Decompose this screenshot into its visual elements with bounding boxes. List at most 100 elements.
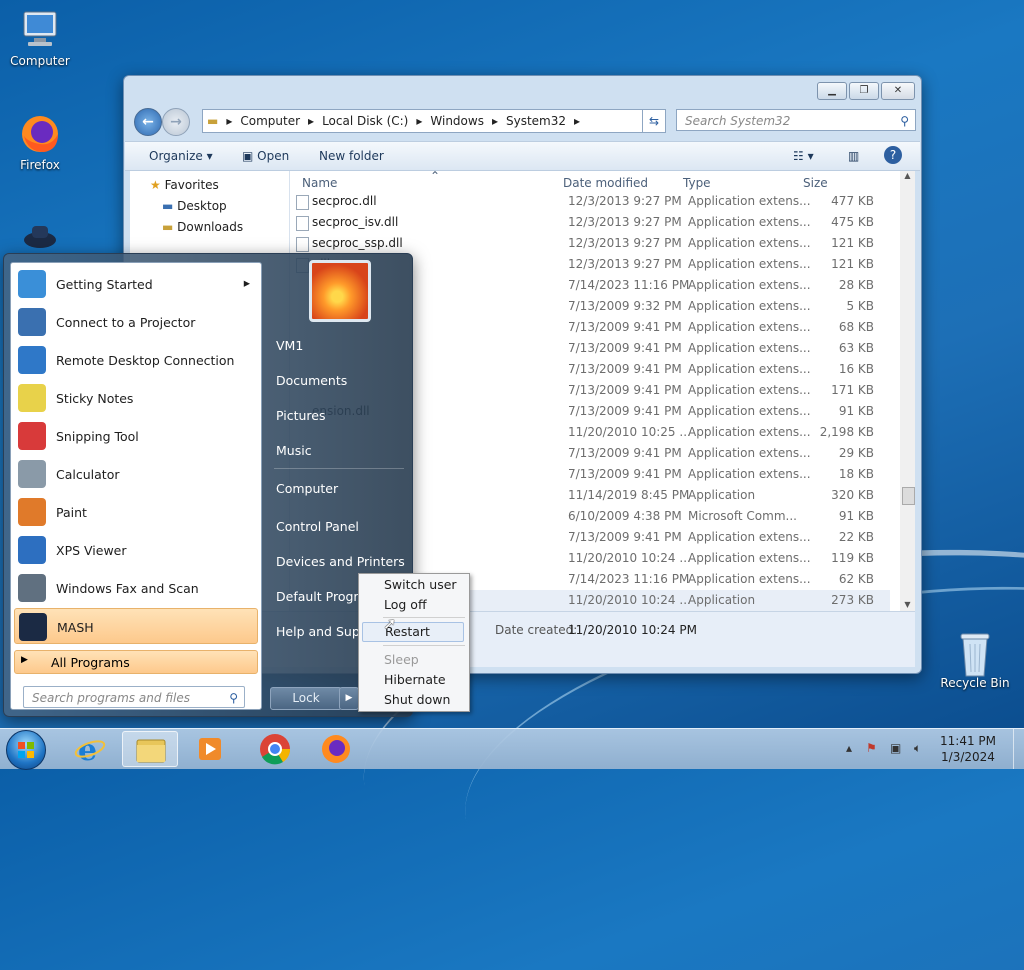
start-program-item[interactable]: MASH — [14, 608, 258, 644]
nav-favorites[interactable]: ★ Favorites — [150, 178, 219, 192]
file-row[interactable]: secproc_ssp.dll 12/3/2013 9:27 PM Applicat… — [290, 233, 890, 254]
start-right-item[interactable]: Control Panel — [276, 519, 359, 534]
taskbar-media-player[interactable] — [182, 731, 238, 767]
file-size: 91 KB — [838, 509, 874, 523]
open-button[interactable]: ▣ Open — [242, 149, 289, 163]
svg-text:e: e — [78, 733, 97, 767]
file-date: 7/13/2009 9:41 PM — [568, 404, 682, 418]
view-options-icon[interactable]: ☷ ▾ — [793, 149, 814, 163]
start-program-item[interactable]: Windows Fax and Scan — [14, 570, 258, 606]
scroll-up-icon[interactable]: ▲ — [900, 171, 915, 180]
nav-downloads[interactable]: ▬ Downloads — [162, 220, 243, 234]
start-program-item[interactable]: Getting Started ▸ — [14, 266, 258, 302]
refresh-button[interactable]: ⇆ — [642, 109, 666, 133]
taskbar-clock[interactable]: 11:41 PM 1/3/2024 — [936, 733, 1000, 765]
power-options-arrow-button[interactable]: ▶ — [339, 687, 359, 710]
file-type: Microsoft Comm... — [688, 509, 797, 523]
file-date: 7/14/2023 11:16 PM — [568, 572, 690, 586]
start-right-item[interactable]: Pictures — [276, 408, 326, 423]
file-type: Application extens... — [688, 278, 811, 292]
back-button[interactable]: ← — [134, 108, 162, 136]
recycle-bin-icon — [953, 630, 997, 677]
action-center-icon[interactable]: ⚑ — [866, 741, 877, 755]
file-size: 18 KB — [838, 467, 874, 481]
desktop-icon-recycle-bin[interactable]: Recycle Bin — [935, 630, 1015, 690]
breadcrumb-separator: ▸ — [226, 114, 233, 128]
breadcrumb-local-disk[interactable]: Local Disk (C:) — [322, 114, 408, 128]
star-icon: ★ — [150, 178, 161, 192]
start-right-item[interactable]: Documents — [276, 373, 347, 388]
taskbar-windows-explorer[interactable] — [122, 731, 178, 767]
maximize-button[interactable]: ❐ — [849, 82, 879, 100]
nav-label: Downloads — [177, 220, 244, 234]
start-right-item[interactable]: Devices and Printers — [276, 554, 405, 569]
breadcrumb-computer[interactable]: Computer — [240, 114, 300, 128]
lock-button[interactable]: Lock — [270, 687, 342, 710]
file-row[interactable]: secproc_isv.dll 12/3/2013 9:27 PM Applicat… — [290, 212, 890, 233]
column-header-type[interactable]: Type — [683, 176, 711, 190]
start-search-input[interactable]: Search programs and files ⚲ — [23, 686, 245, 708]
start-button[interactable] — [6, 730, 46, 770]
new-folder-button[interactable]: New folder — [319, 149, 384, 163]
file-icon — [296, 237, 309, 252]
program-icon — [19, 613, 47, 641]
start-program-item[interactable]: XPS Viewer — [14, 532, 258, 568]
preview-pane-icon[interactable]: ▥ — [848, 149, 859, 163]
desktop-icon-computer[interactable]: Computer — [0, 8, 80, 68]
start-right-item[interactable]: VM1 — [276, 338, 303, 353]
start-program-item[interactable]: Sticky Notes — [14, 380, 258, 416]
menu-shut-down[interactable]: Shut down — [384, 692, 450, 707]
program-label: Windows Fax and Scan — [56, 581, 199, 596]
menu-log-off[interactable]: Log off — [384, 597, 427, 612]
show-desktop-button[interactable] — [1013, 729, 1024, 769]
start-right-item[interactable]: Music — [276, 443, 312, 458]
close-button[interactable]: ✕ — [881, 82, 915, 100]
column-header-name[interactable]: Name — [302, 176, 337, 190]
menu-switch-user[interactable]: Switch user — [384, 577, 457, 592]
program-icon — [18, 346, 46, 374]
details-date-label: Date created: — [495, 623, 578, 637]
search-input[interactable]: Search System32 ⚲ — [676, 109, 916, 131]
taskbar-internet-explorer[interactable]: e — [62, 731, 118, 768]
file-row[interactable]: secproc.dll 12/3/2013 9:27 PM Application … — [290, 191, 890, 212]
nav-desktop[interactable]: ▬ Desktop — [162, 199, 227, 213]
forward-button[interactable]: → — [162, 108, 190, 136]
start-program-item[interactable]: Calculator — [14, 456, 258, 492]
taskbar-firefox[interactable] — [308, 731, 364, 767]
windows-logo-icon — [18, 742, 34, 758]
start-right-item[interactable]: Computer — [276, 481, 338, 496]
file-type: Application — [688, 593, 756, 607]
desktop-icon-label: Recycle Bin — [940, 676, 1010, 690]
file-date: 7/13/2009 9:41 PM — [568, 383, 682, 397]
file-type: Application extens... — [688, 404, 811, 418]
breadcrumb-system32[interactable]: System32 — [506, 114, 566, 128]
organize-button[interactable]: Organize ▾ — [149, 149, 213, 163]
program-icon — [18, 270, 46, 298]
address-bar[interactable]: ▬ ▸ Computer ▸ Local Disk (C:) ▸ Windows… — [202, 109, 664, 133]
minimize-button[interactable]: ▁ — [817, 82, 847, 100]
network-icon[interactable]: ▣ — [890, 741, 901, 755]
taskbar-chrome[interactable] — [247, 731, 303, 767]
file-date: 12/3/2013 9:27 PM — [568, 215, 682, 229]
file-type: Application extens... — [688, 362, 811, 376]
scroll-thumb[interactable] — [902, 487, 915, 505]
file-size: 273 KB — [831, 593, 874, 607]
desktop-icon-firefox[interactable]: Firefox — [0, 112, 80, 172]
nav-label: Favorites — [164, 178, 219, 192]
vertical-scrollbar[interactable]: ▲ ▼ — [900, 171, 915, 611]
scroll-down-icon[interactable]: ▼ — [900, 600, 915, 609]
menu-restart[interactable]: Restart — [362, 622, 464, 642]
start-program-item[interactable]: Remote Desktop Connection — [14, 342, 258, 378]
menu-hibernate[interactable]: Hibernate — [384, 672, 446, 687]
start-program-item[interactable]: Connect to a Projector — [14, 304, 258, 340]
column-header-date[interactable]: Date modified — [563, 176, 648, 190]
user-picture[interactable] — [309, 260, 371, 322]
column-header-size[interactable]: Size — [803, 176, 828, 190]
start-program-item[interactable]: Paint — [14, 494, 258, 530]
help-icon[interactable]: ? — [884, 146, 902, 164]
volume-icon[interactable]: 🔈︎ — [914, 741, 921, 756]
breadcrumb-windows[interactable]: Windows — [430, 114, 484, 128]
show-hidden-icons-button[interactable]: ▴ — [846, 741, 852, 755]
all-programs-button[interactable]: ▶ All Programs — [14, 650, 258, 674]
start-program-item[interactable]: Snipping Tool — [14, 418, 258, 454]
